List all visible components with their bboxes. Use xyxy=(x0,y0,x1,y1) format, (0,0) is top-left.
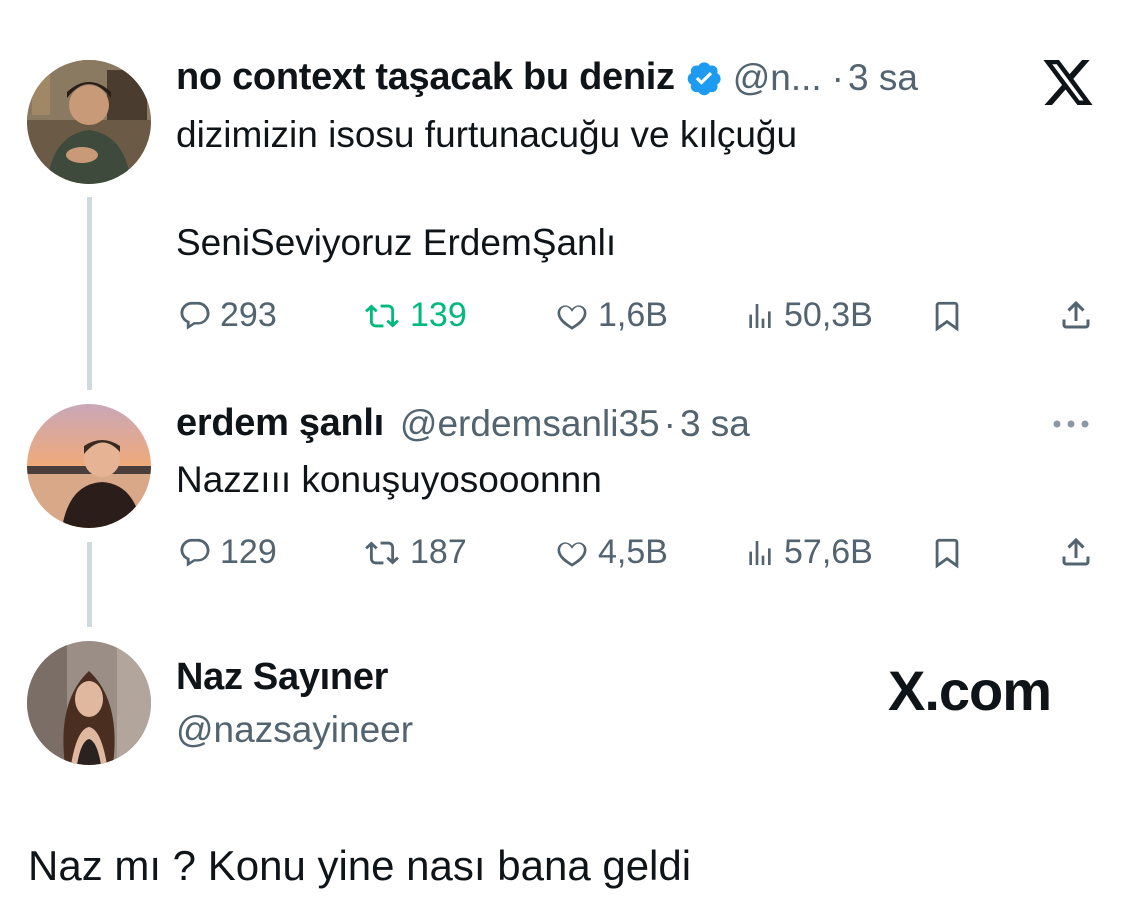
views-button[interactable]: 50,3B xyxy=(744,296,873,335)
separator: · xyxy=(831,56,844,98)
reply-count: 129 xyxy=(220,533,277,571)
x-com-watermark: X.com xyxy=(888,659,1052,722)
like-button[interactable]: 4,5B xyxy=(554,533,668,572)
reply-button[interactable]: 129 xyxy=(178,533,277,572)
caption-text: Naz mı ? Konu yine nası bana geldi xyxy=(28,842,692,889)
views-count: 57,6B xyxy=(784,533,873,571)
more-icon[interactable] xyxy=(1050,412,1092,436)
views-icon xyxy=(749,540,771,565)
like-icon xyxy=(557,541,587,567)
share-icon[interactable] xyxy=(1058,533,1094,571)
author-handle[interactable]: @n... xyxy=(733,57,822,99)
timestamp[interactable]: 3 sa xyxy=(680,403,750,445)
verified-badge-icon xyxy=(687,61,721,95)
repost-button[interactable]: 139 xyxy=(362,296,467,335)
timestamp[interactable]: 3 sa xyxy=(848,57,918,99)
views-icon xyxy=(749,303,771,328)
repost-count: 139 xyxy=(410,296,467,334)
avatar-erdem[interactable] xyxy=(27,404,151,528)
avatar-naz[interactable] xyxy=(27,641,151,765)
repost-count: 187 xyxy=(410,533,467,571)
repost-icon xyxy=(365,540,399,565)
reply-icon xyxy=(180,301,210,330)
tweet1-text-line1: dizimizin isosu furtunacuğu ve kılçuğu xyxy=(176,114,798,155)
tweet2-header: erdem şanlı @erdemsanli35 · 3 sa xyxy=(176,402,750,445)
thread-line xyxy=(87,197,92,390)
reply-icon xyxy=(180,538,210,567)
author-handle[interactable]: @erdemsanli35 xyxy=(400,403,660,445)
bookmark-icon[interactable] xyxy=(930,535,964,571)
tweet1-header: no context taşacak bu deniz @n... · 3 sa xyxy=(176,56,918,99)
separator: · xyxy=(663,402,676,444)
share-icon[interactable] xyxy=(1058,296,1094,334)
reply-count: 293 xyxy=(220,296,277,334)
profile-name[interactable]: Naz Sayıner xyxy=(176,656,388,699)
thread-line xyxy=(87,542,92,627)
tweet1-text-line2: SeniSeviyoruz ErdemŞanlı xyxy=(176,222,617,263)
profile-handle[interactable]: @nazsayineer xyxy=(176,709,413,751)
views-count: 50,3B xyxy=(784,296,873,334)
views-button[interactable]: 57,6B xyxy=(744,533,873,572)
repost-icon xyxy=(365,303,399,328)
like-icon xyxy=(557,304,587,330)
tweet2-text: Nazzııı konuşuyosooonnn xyxy=(176,459,602,500)
reply-button[interactable]: 293 xyxy=(178,296,277,335)
x-logo-icon[interactable] xyxy=(1043,60,1093,105)
bookmark-icon[interactable] xyxy=(930,298,964,334)
like-count: 1,6B xyxy=(598,296,668,334)
like-button[interactable]: 1,6B xyxy=(554,296,668,335)
author-name[interactable]: no context taşacak bu deniz xyxy=(176,56,675,99)
like-count: 4,5B xyxy=(598,533,668,571)
author-name[interactable]: erdem şanlı xyxy=(176,402,384,445)
avatar-no-context[interactable] xyxy=(27,60,151,184)
repost-button[interactable]: 187 xyxy=(362,533,467,572)
